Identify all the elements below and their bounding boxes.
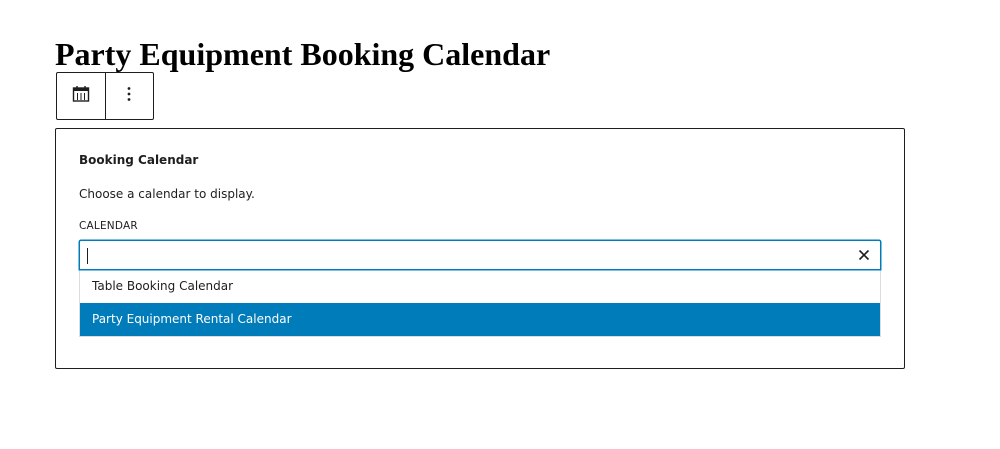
option-table-booking-calendar[interactable]: Table Booking Calendar <box>80 270 880 303</box>
clear-button[interactable] <box>856 247 872 263</box>
block-instructions: Choose a calendar to display. <box>79 187 255 201</box>
calendar-icon <box>72 85 90 107</box>
block-type-button[interactable] <box>57 73 106 119</box>
more-options-button[interactable] <box>106 73 154 119</box>
calendar-search-input[interactable] <box>86 244 846 266</box>
calendar-field-label: CALENDAR <box>79 220 138 232</box>
calendar-combobox[interactable]: Table Booking Calendar Party Equipment R… <box>79 240 881 337</box>
close-icon <box>858 246 870 265</box>
calendar-options-list: Table Booking Calendar Party Equipment R… <box>79 270 881 337</box>
text-caret <box>87 248 88 264</box>
combobox-input-row[interactable] <box>79 240 881 270</box>
page-title[interactable]: Party Equipment Booking Calendar <box>55 35 550 73</box>
block-toolbar <box>56 72 154 120</box>
block-title: Booking Calendar <box>79 153 199 167</box>
more-vertical-icon <box>120 85 138 107</box>
booking-calendar-block[interactable]: Booking Calendar Choose a calendar to di… <box>55 128 905 369</box>
option-party-equipment-rental-calendar[interactable]: Party Equipment Rental Calendar <box>80 303 880 336</box>
